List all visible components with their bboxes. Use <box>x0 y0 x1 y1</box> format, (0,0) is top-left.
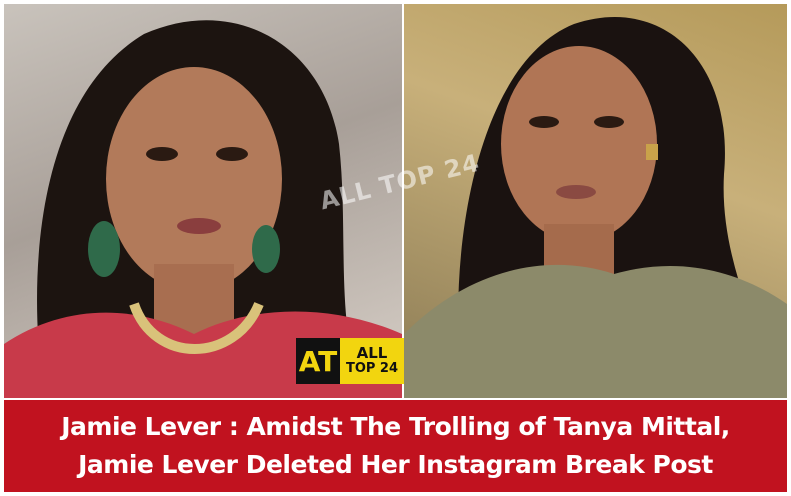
logo-mark: AT <box>296 338 340 384</box>
right-portrait-photo <box>404 4 787 398</box>
logo-line-1: ALL <box>356 344 388 363</box>
right-portrait-illustration <box>404 17 787 398</box>
logo-text: ALL TOP 24 <box>340 338 404 384</box>
all-top-24-logo: AT ALL TOP 24 <box>296 338 404 384</box>
logo-line-2: TOP 24 <box>345 361 399 377</box>
headline-banner: Jamie Lever : Amidst The Trolling of Tan… <box>4 400 787 492</box>
headline-line-1: Jamie Lever : Amidst The Trolling of Tan… <box>61 412 730 441</box>
headline-line-2: Jamie Lever Deleted Her Instagram Break … <box>78 450 713 479</box>
thumbnail-frame: ALL TOP 24 AT ALL TOP 24 Jamie Lever : A… <box>0 0 791 496</box>
